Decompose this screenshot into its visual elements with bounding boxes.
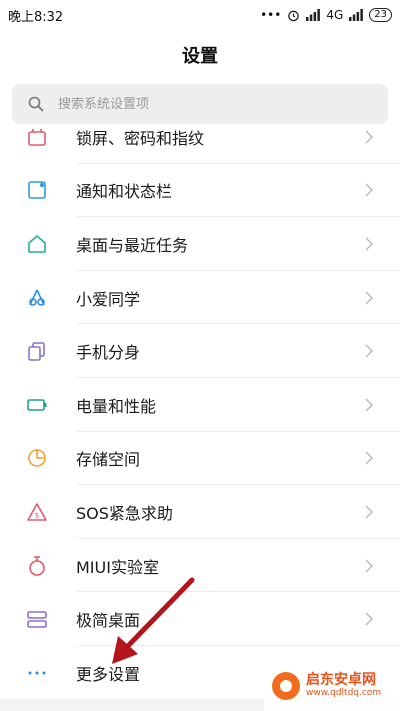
settings-item-label: 通知和状态栏 <box>76 182 173 202</box>
settings-item-label: 更多设置 <box>76 664 141 684</box>
settings-item-label: 手机分身 <box>76 343 141 363</box>
alarm-icon <box>288 10 300 21</box>
settings-list[interactable]: 锁屏、密码和指纹 通知和状态栏 桌面与最近任务 小爱同学 手机分身 电量和性能 <box>0 128 400 699</box>
chevron-right-icon <box>365 291 373 305</box>
signal-icon <box>306 9 321 21</box>
lock-screen-icon <box>28 128 46 146</box>
watermark-logo-icon <box>272 672 300 700</box>
settings-item-lab[interactable]: MIUI实验室 <box>0 539 400 593</box>
settings-item-label: 小爱同学 <box>76 289 141 309</box>
more-dots-icon: ••• <box>260 8 282 22</box>
watermark: 启东安卓网 www.qdltdq.com <box>264 661 400 711</box>
settings-item-clone[interactable]: 手机分身 <box>0 324 400 378</box>
chevron-right-icon <box>365 451 373 465</box>
settings-item-xiaoai[interactable]: 小爱同学 <box>0 271 400 325</box>
battery-icon <box>27 398 47 411</box>
watermark-url: www.qdltdq.com <box>306 687 382 698</box>
clone-icon <box>28 342 45 361</box>
status-icons: ••• 4G 23 <box>260 8 392 22</box>
home-icon <box>28 235 46 253</box>
status-bar: 晚上8:32 ••• 4G 23 <box>0 0 400 30</box>
settings-item-storage[interactable]: 存储空间 <box>0 432 400 486</box>
chevron-right-icon <box>365 559 373 573</box>
notification-icon <box>28 181 46 200</box>
chevron-right-icon <box>365 505 373 519</box>
svg-text:$: $ <box>35 511 39 519</box>
settings-item-simple-desktop[interactable]: 极简桌面 <box>0 592 400 646</box>
watermark-title: 启东安卓网 <box>306 672 376 689</box>
settings-item-lock-screen[interactable]: 锁屏、密码和指纹 <box>0 128 400 164</box>
settings-item-sos[interactable]: $ SOS紧急求助 <box>0 485 400 539</box>
signal-icon-2 <box>349 9 364 21</box>
page-title: 设置 <box>182 46 218 67</box>
xiaoai-icon <box>29 289 45 306</box>
search-bar[interactable] <box>12 84 388 124</box>
chevron-right-icon <box>365 344 373 358</box>
more-icon <box>28 671 46 675</box>
settings-item-label: SOS紧急求助 <box>76 503 173 523</box>
settings-item-label: 桌面与最近任务 <box>76 235 189 255</box>
battery-indicator: 23 <box>369 8 392 22</box>
settings-item-label: 极简桌面 <box>76 611 141 631</box>
settings-item-notifications[interactable]: 通知和状态栏 <box>0 164 400 218</box>
chevron-right-icon <box>365 612 373 626</box>
sos-icon: $ <box>27 503 47 521</box>
chevron-right-icon <box>365 130 373 144</box>
settings-item-label: MIUI实验室 <box>76 557 159 577</box>
settings-item-label: 电量和性能 <box>76 396 157 416</box>
storage-icon <box>28 449 46 468</box>
chevron-right-icon <box>365 398 373 412</box>
search-input[interactable] <box>58 96 358 112</box>
settings-item-label: 锁屏、密码和指纹 <box>76 128 205 148</box>
status-time: 晚上8:32 <box>8 9 64 25</box>
simple-desktop-icon <box>27 611 47 628</box>
lab-icon <box>29 555 45 576</box>
chevron-right-icon <box>365 237 373 251</box>
settings-item-desktop[interactable]: 桌面与最近任务 <box>0 217 400 271</box>
search-icon <box>28 96 44 112</box>
settings-item-battery[interactable]: 电量和性能 <box>0 378 400 432</box>
network-type: 4G <box>326 8 344 22</box>
settings-item-label: 存储空间 <box>76 450 141 470</box>
chevron-right-icon <box>365 183 373 197</box>
